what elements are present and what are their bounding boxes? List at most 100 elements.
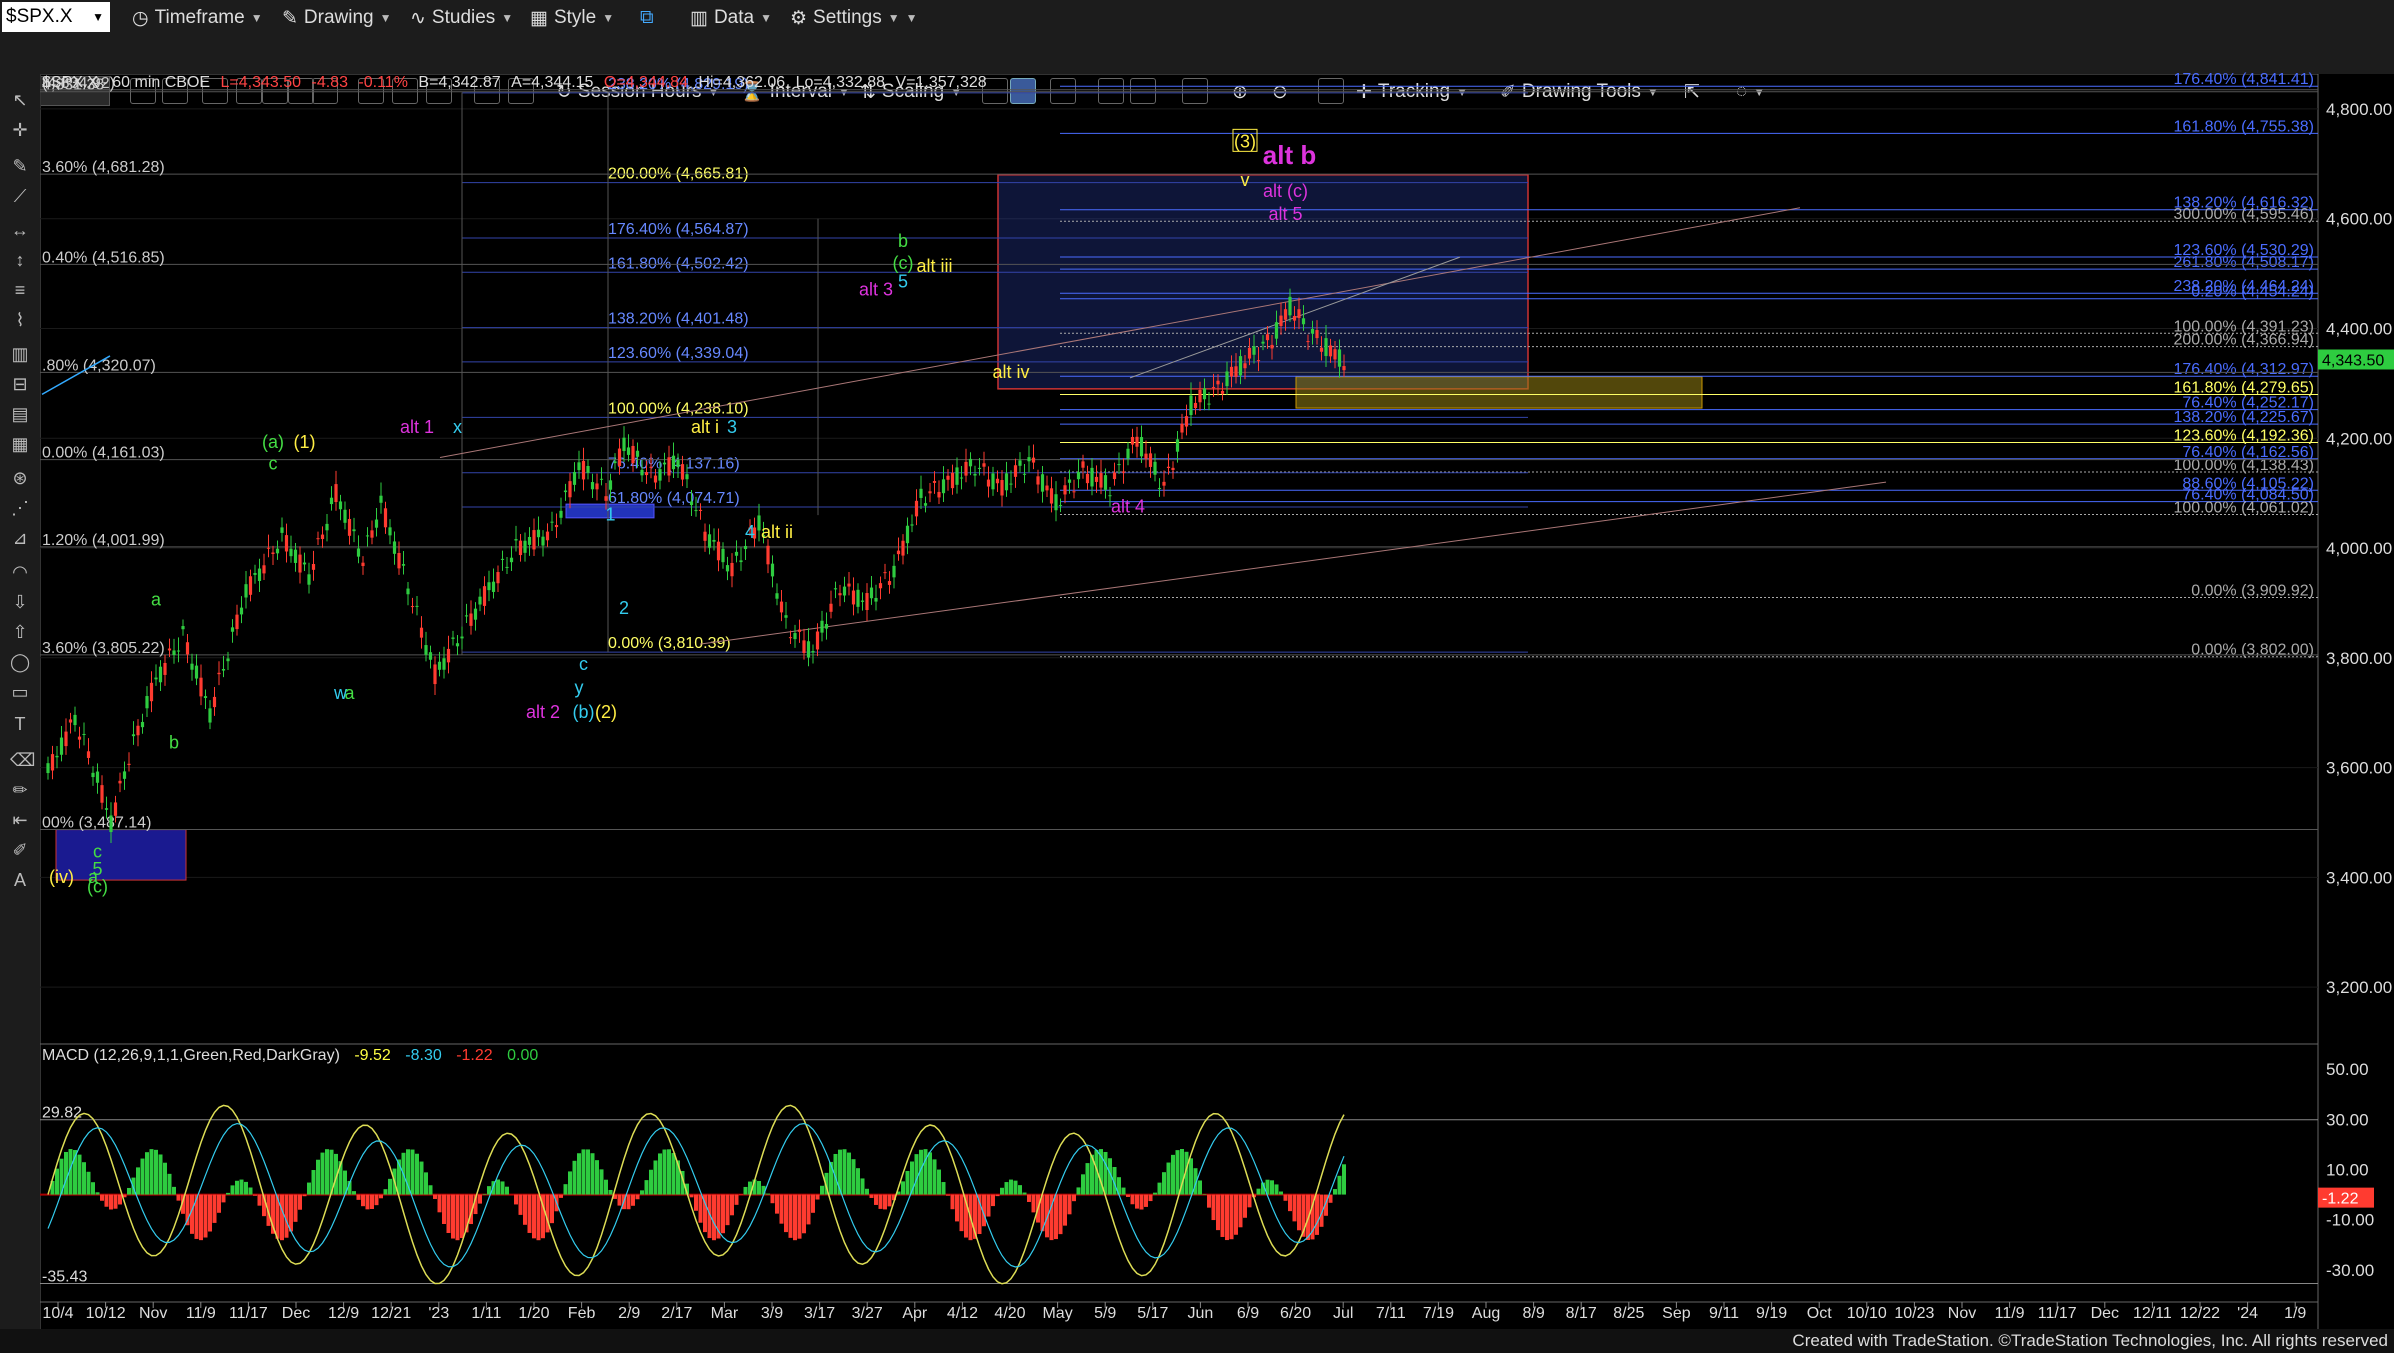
macd-histogram-bar [653,1160,658,1195]
x-tick-label: 10/23 [1894,1305,1934,1322]
candle-body [329,497,334,505]
macd-histogram-bar [649,1169,653,1195]
candle-body [1328,345,1333,357]
candle-body [248,576,253,595]
candle-body [559,510,563,518]
macd-histogram-bar [572,1160,577,1195]
bid-price: B=4,342.87 [418,74,501,91]
macd-histogram-bar [158,1154,163,1195]
footer: Created with TradeStation. ©TradeStation… [0,1329,2394,1353]
macd-histogram-bar [928,1152,932,1195]
candle-body [860,600,865,602]
candle-body [829,603,833,612]
candle-body [109,815,113,833]
candle-body [1229,366,1234,377]
candle-body [1216,380,1220,385]
macd-histogram-bar [1135,1194,1139,1209]
ask-price: A=4,344.15 [511,74,594,91]
x-tick-label: Oct [1807,1305,1832,1322]
candle-body [1139,437,1144,457]
macd-histogram-bar [320,1152,325,1195]
candle-body [658,469,662,481]
macd-histogram-bar [64,1151,68,1195]
macd-histogram-bar [523,1194,527,1225]
macd-histogram-bar [797,1194,802,1239]
macd-histogram-bar [1144,1194,1148,1207]
low-price: Lo=4,332.88 [795,74,886,91]
candle-body [167,648,172,651]
candle-body [379,495,383,503]
candle-body [707,534,712,548]
candle-body [136,725,140,736]
macd-histogram-bar [851,1159,856,1195]
macd-histogram-bar [410,1149,415,1195]
candle-body [590,482,595,490]
wave-label: 5 [898,271,908,291]
macd-histogram-bar [257,1194,262,1206]
macd-histogram-bar [1216,1194,1220,1231]
candle-body [869,587,874,599]
price-chart[interactable]: 4,800.00 4,600.00 4,400.00 4,200.00 4,000.00… [0,0,2394,1353]
candle-body [766,545,770,565]
fib-label: 200.00% (4,366.94) [2173,332,2314,349]
candle-body [1157,487,1162,489]
candle-body [1256,360,1261,362]
wave-label: (1) [294,432,316,452]
candle-body [865,593,869,611]
macd-histogram-bar [361,1194,365,1207]
candle-body [806,641,811,658]
macd-histogram-bar [950,1194,955,1210]
macd-histogram-bar [1220,1194,1225,1237]
candle-body [158,666,163,683]
macd-histogram-bar [388,1178,392,1195]
candle-body [833,588,838,590]
candle-body [1085,473,1090,484]
macd-histogram-bar [1130,1194,1135,1205]
candle-body [1166,466,1171,469]
wave-label: 2 [619,598,629,618]
candle-body [1337,349,1342,367]
candle-body [1063,485,1067,495]
candle-body [343,509,347,523]
wave-label: y [575,677,584,697]
candle-body [352,529,356,532]
candle-body [356,548,361,557]
candle-body [104,808,109,810]
candle-body [1225,371,1229,387]
macd-histogram-bar [779,1194,784,1224]
candle-body [496,572,500,584]
candle-body [928,491,932,494]
macd-diff-value: -1.22 [456,1047,493,1064]
macd-histogram-bar [82,1162,86,1195]
wave-label: alt 5 [1268,204,1302,224]
macd-histogram-bar [1148,1194,1153,1202]
candle-body [464,615,469,617]
candle-body [1027,457,1031,462]
candle-body [298,554,302,573]
candle-body [82,733,86,735]
candle-body [725,565,730,572]
macd-histogram-bar [77,1154,82,1195]
candle-body [721,548,725,563]
wave-label: 3 [727,417,737,437]
macd-histogram-bar [1247,1194,1252,1208]
candle-body [361,562,365,567]
candle-body [190,663,194,670]
y-tick-label: 3,800.00 [2326,649,2392,668]
candle-body [1058,505,1063,507]
candle-body [163,662,167,675]
candle-body [1076,472,1081,480]
candle-body [1009,483,1013,485]
macd-histogram-bar [442,1194,446,1224]
x-tick-label: 6/9 [1237,1305,1259,1322]
macd-histogram-bar [1126,1194,1130,1197]
candle-body [622,437,626,452]
macd-histogram-bar [626,1194,631,1210]
candle-body [1265,334,1270,341]
x-tick-label: 5/17 [1137,1305,1168,1322]
candle-body [1261,341,1265,344]
candle-body [1031,457,1036,463]
macd-histogram-bar [217,1194,221,1213]
candle-body [937,491,941,498]
macd-histogram-bar [1238,1194,1243,1228]
